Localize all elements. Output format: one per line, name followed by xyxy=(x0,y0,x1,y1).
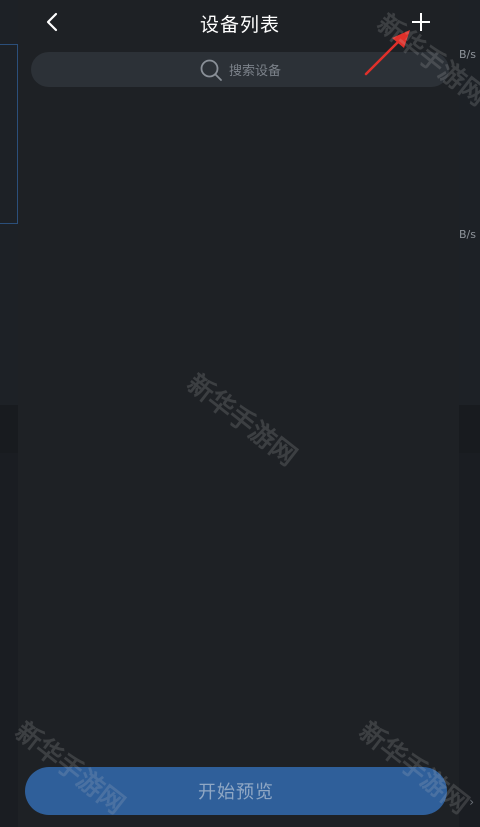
background-speed-label: B/s xyxy=(459,228,476,241)
plus-icon xyxy=(412,13,430,31)
background-chevron-icon: › xyxy=(469,795,474,809)
search-placeholder: 搜索设备 xyxy=(228,64,281,79)
start-preview-label: 开始预览 xyxy=(198,782,274,803)
device-list-drawer xyxy=(18,0,459,827)
background-speed-label: B/s xyxy=(459,48,476,61)
start-preview-button[interactable]: 开始预览 xyxy=(25,767,447,815)
annotation-arrow-icon xyxy=(364,30,410,76)
search-icon xyxy=(200,59,222,81)
background-selected-frame xyxy=(0,44,18,224)
